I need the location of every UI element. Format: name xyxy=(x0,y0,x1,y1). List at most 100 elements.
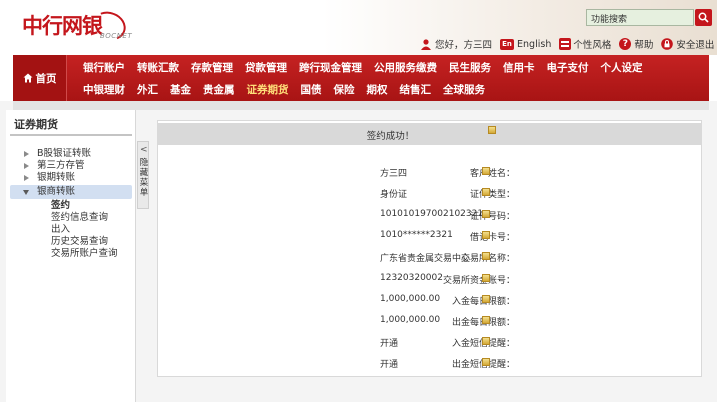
nav-item-credit-card[interactable]: 信用卡 xyxy=(503,60,535,75)
nav-item-treasury-bond[interactable]: 国债 xyxy=(301,82,322,97)
expand-arrow-icon xyxy=(24,151,29,157)
sidebar-item-merchant-transfer[interactable]: 银商转账 xyxy=(10,185,132,199)
field-value: 开通 xyxy=(380,360,399,370)
field-value: 1,000,000.00 xyxy=(380,315,441,325)
sidebar-item-label: 银期转账 xyxy=(37,172,76,183)
nav-item-options[interactable]: 期权 xyxy=(367,82,388,97)
sidebar-divider xyxy=(10,134,132,136)
greeting-text: 您好， xyxy=(435,40,464,51)
hide-menu-toggle[interactable]: < 隐藏菜单 xyxy=(137,141,149,209)
expand-arrow-icon xyxy=(24,175,29,181)
note-icon[interactable] xyxy=(482,316,490,324)
note-icon[interactable] xyxy=(482,274,490,282)
detail-row: 入金每日限额： 1,000,000.00 xyxy=(158,294,703,308)
sidebar-subitem-label: 交易所账户查询 xyxy=(51,248,118,259)
detail-row: 证件号码： 101010197002102321 xyxy=(158,209,703,223)
sidebar-subitem-exchange-account-query[interactable]: 交易所账户查询 xyxy=(6,248,136,260)
nav-item-global-services[interactable]: 全球服务 xyxy=(443,82,485,97)
nav-item-e-payment[interactable]: 电子支付 xyxy=(547,60,589,75)
help-link[interactable]: 帮助 xyxy=(634,37,653,51)
logout-lock-icon xyxy=(661,38,674,50)
field-value: 身份证 xyxy=(380,190,408,200)
note-icon[interactable] xyxy=(482,210,490,218)
search-placeholder: 功能搜索 xyxy=(591,15,628,25)
page: 中行网银 BOCNET 功能搜索 您好， 方三四 En English 个性风格… xyxy=(0,0,717,402)
field-label: 客户姓名： xyxy=(469,169,515,179)
field-value: 开通 xyxy=(380,339,399,349)
nav-item-bank-account[interactable]: 银行账户 xyxy=(83,60,125,75)
field-value: 101010197002102321 xyxy=(380,209,484,219)
search-input[interactable]: 功能搜索 xyxy=(586,9,694,26)
sidebar-subitem-sign-query[interactable]: 签约信息查询 xyxy=(6,212,136,224)
nav-item-fund[interactable]: 基金 xyxy=(170,82,191,97)
result-panel: 签约成功！ 客户姓名： 方三四 证件类型： 身份证 证件号码： 10101019… xyxy=(157,120,702,377)
home-label: 首页 xyxy=(35,72,57,85)
expand-arrow-icon xyxy=(24,163,29,169)
panel-header: 签约成功！ xyxy=(158,123,701,145)
style-icon xyxy=(559,38,572,50)
note-icon[interactable] xyxy=(482,252,490,260)
field-value: 广东省贵金属交易中心 xyxy=(380,254,471,264)
nav-item-precious-metal[interactable]: 贵金属 xyxy=(203,82,235,97)
nav-item-wealth[interactable]: 中银理财 xyxy=(83,82,125,97)
language-icon: En xyxy=(500,38,515,50)
nav-row-secondary: 中银理财 外汇 基金 贵金属 证券期货 国债 保险 期权 结售汇 全球服务 xyxy=(83,82,497,97)
detail-row: 交易所名称： 广东省贵金属交易中心 xyxy=(158,251,703,265)
nav-item-deposit[interactable]: 存款管理 xyxy=(191,60,233,75)
note-icon[interactable] xyxy=(482,188,490,196)
sidebar-subitem-in-out[interactable]: 出入 xyxy=(6,224,136,236)
content-top-strip xyxy=(13,101,709,110)
logo-subtext: BOCNET xyxy=(100,32,133,40)
note-icon[interactable] xyxy=(488,126,496,134)
nav-item-loan[interactable]: 贷款管理 xyxy=(245,60,287,75)
collapse-arrow-icon xyxy=(23,190,29,195)
help-icon: ? xyxy=(619,38,632,50)
english-link[interactable]: English xyxy=(517,39,551,50)
detail-row: 借记卡号： 1010******2321 xyxy=(158,230,703,244)
home-button[interactable]: 首页 xyxy=(13,55,67,101)
note-icon[interactable] xyxy=(482,295,490,303)
sidebar-subitem-sign[interactable]: 签约 xyxy=(6,200,136,212)
nav-row-primary: 银行账户 转账汇款 存款管理 贷款管理 跨行现金管理 公用服务缴费 民生服务 信… xyxy=(83,60,655,75)
search-button[interactable] xyxy=(695,9,712,26)
field-label: 证件类型： xyxy=(469,190,515,200)
detail-row: 出金短信提醒： 开通 xyxy=(158,357,703,371)
logout-link[interactable]: 安全退出 xyxy=(676,37,714,51)
nav-item-transfer[interactable]: 转账汇款 xyxy=(137,60,179,75)
field-label: 入金短信提醒： xyxy=(405,336,515,349)
note-icon[interactable] xyxy=(482,358,490,366)
sidebar-item-label: 银商转账 xyxy=(37,186,76,197)
sidebar-subitem-label: 签约 xyxy=(51,200,71,211)
note-icon[interactable] xyxy=(482,231,490,239)
nav-item-securities-futures[interactable]: 证券期货 xyxy=(247,82,289,97)
sidebar-subitem-label: 签约信息查询 xyxy=(51,212,109,223)
sidebar-item-label: 第三方存管 xyxy=(37,160,85,171)
hide-menu-label: 隐藏菜单 xyxy=(139,158,149,198)
nav-item-personal-settings[interactable]: 个人设定 xyxy=(601,60,643,75)
user-icon xyxy=(421,39,431,50)
sidebar-subitem-label: 历史交易查询 xyxy=(51,236,109,247)
detail-row: 证件类型： 身份证 xyxy=(158,187,703,201)
field-label: 出金短信提醒： xyxy=(405,357,515,370)
sidebar-item-b-share-transfer[interactable]: B股银证转账 xyxy=(6,148,136,160)
nav-item-forex[interactable]: 外汇 xyxy=(137,82,158,97)
detail-row: 入金短信提醒： 开通 xyxy=(158,336,703,350)
detail-row: 交易所资金账号： 12320320002 xyxy=(158,273,703,287)
main-nav: 首页 银行账户 转账汇款 存款管理 贷款管理 跨行现金管理 公用服务缴费 民生服… xyxy=(13,55,709,101)
note-icon[interactable] xyxy=(482,337,490,345)
sidebar-title: 证券期货 xyxy=(14,118,58,131)
nav-item-utility-payment[interactable]: 公用服务缴费 xyxy=(374,60,437,75)
nav-item-livelihood[interactable]: 民生服务 xyxy=(449,60,491,75)
sidebar-item-futures-transfer[interactable]: 银期转账 xyxy=(6,172,136,184)
style-link[interactable]: 个性风格 xyxy=(573,37,611,51)
sidebar-subitem-history-query[interactable]: 历史交易查询 xyxy=(6,236,136,248)
field-value: 1,000,000.00 xyxy=(380,294,441,304)
nav-item-fx-settlement[interactable]: 结售汇 xyxy=(400,82,432,97)
sidebar-item-label: B股银证转账 xyxy=(37,148,92,159)
sidebar-item-third-party-custody[interactable]: 第三方存管 xyxy=(6,160,136,172)
sidebar: 证券期货 B股银证转账 第三方存管 银期转账 银商转账 签约 签约信息查询 出入… xyxy=(6,110,136,402)
nav-item-insurance[interactable]: 保险 xyxy=(334,82,355,97)
nav-item-cash-management[interactable]: 跨行现金管理 xyxy=(299,60,362,75)
sidebar-subitem-label: 出入 xyxy=(51,224,71,235)
note-icon[interactable] xyxy=(482,167,490,175)
